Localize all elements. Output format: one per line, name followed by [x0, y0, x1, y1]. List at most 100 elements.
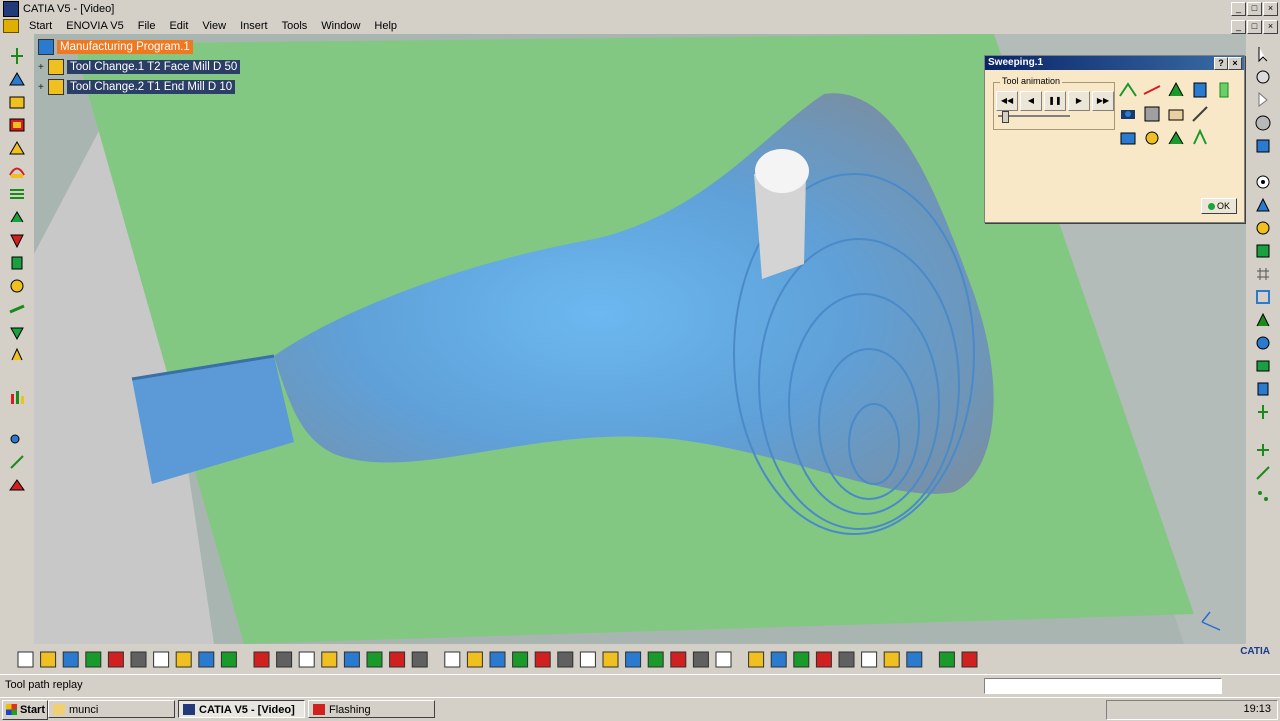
tool-path-replay-icon[interactable] [1254, 114, 1272, 132]
menu-window[interactable]: Window [314, 20, 367, 32]
compass-icon[interactable] [1254, 68, 1272, 86]
tree-root-label[interactable]: Manufacturing Program.1 [57, 40, 193, 54]
pencil-icon[interactable] [8, 231, 26, 249]
catia-app-icon[interactable] [3, 1, 19, 17]
task-catia[interactable]: CATIA V5 - [Video] [178, 700, 305, 718]
spiral-milling-icon[interactable] [8, 254, 26, 272]
transform-icon[interactable] [1254, 441, 1272, 459]
sweeping-icon[interactable] [8, 162, 26, 180]
tool-change-icon[interactable] [8, 476, 26, 494]
whats-this-icon[interactable] [220, 651, 237, 668]
profile-contouring-icon[interactable] [8, 300, 26, 318]
zoom-in-icon[interactable] [512, 651, 529, 668]
color-display-icon[interactable] [1214, 80, 1234, 100]
rewind-button[interactable]: ◀◀ [996, 91, 1018, 111]
print-icon[interactable] [85, 651, 102, 668]
point-by-point-icon[interactable] [1142, 80, 1162, 100]
cut-icon[interactable] [107, 651, 124, 668]
close-button[interactable]: × [1263, 2, 1278, 16]
apply-material-icon[interactable] [715, 651, 732, 668]
zoom-out-icon[interactable] [534, 651, 551, 668]
tree-root[interactable]: Manufacturing Program.1 [38, 37, 240, 57]
stock-icon[interactable] [8, 93, 26, 111]
isoparametric-icon[interactable] [8, 277, 26, 295]
photo-icon[interactable] [1254, 173, 1272, 191]
menu-insert[interactable]: Insert [233, 20, 275, 32]
rotate-icon[interactable] [489, 651, 506, 668]
drilling-icon[interactable] [8, 346, 26, 364]
plane-by-plane-icon[interactable] [1166, 80, 1186, 100]
dialog-close-button[interactable]: × [1228, 57, 1242, 70]
fast-forward-button[interactable]: ▶▶ [1092, 91, 1114, 111]
table-icon[interactable] [321, 651, 338, 668]
pan-icon[interactable] [466, 651, 483, 668]
video-icon[interactable] [1118, 128, 1138, 148]
copy-icon[interactable] [130, 651, 147, 668]
compass-icon[interactable] [938, 651, 955, 668]
document-icon[interactable] [3, 19, 19, 33]
axis-icon[interactable] [883, 651, 900, 668]
minimize-button[interactable]: _ [1231, 2, 1246, 16]
spec-icon[interactable] [389, 651, 406, 668]
full-video-icon[interactable] [1118, 80, 1138, 100]
save-icon[interactable] [62, 651, 79, 668]
frame-icon[interactable] [1254, 288, 1272, 306]
product-icon[interactable] [366, 651, 383, 668]
fit-all-icon[interactable] [444, 651, 461, 668]
part-operation-icon[interactable] [8, 116, 26, 134]
tool-path-icon[interactable] [1190, 128, 1210, 148]
step-forward-button[interactable]: ▶ [1068, 91, 1090, 111]
new-icon[interactable] [17, 651, 34, 668]
select-icon[interactable] [1254, 45, 1272, 63]
shading-icon[interactable] [625, 651, 642, 668]
documentation-icon[interactable] [1254, 380, 1272, 398]
machining-operation-icon[interactable] [8, 47, 26, 65]
animation-slider-track[interactable] [998, 115, 1070, 117]
doc-restore-button[interactable]: □ [1247, 20, 1262, 34]
menu-tools[interactable]: Tools [275, 20, 315, 32]
roughing-icon[interactable] [8, 139, 26, 157]
cursor-icon[interactable] [1254, 91, 1272, 109]
tree-expand-icon[interactable] [343, 651, 360, 668]
grid-icon[interactable] [793, 651, 810, 668]
ok-button[interactable]: OK [1201, 198, 1237, 214]
video-simulation-icon[interactable] [1254, 137, 1272, 155]
pattern-icon[interactable] [1254, 487, 1272, 505]
catalog-icon[interactable] [838, 651, 855, 668]
contour-driven-icon[interactable] [8, 208, 26, 226]
z-level-icon[interactable] [8, 185, 26, 203]
camera-icon[interactable] [1118, 104, 1138, 124]
open-icon[interactable] [40, 651, 57, 668]
stock-display-icon[interactable] [1166, 104, 1186, 124]
transition-path-icon[interactable] [8, 453, 26, 471]
analysis-icon[interactable] [8, 388, 26, 406]
paste-icon[interactable] [153, 651, 170, 668]
fly-icon[interactable] [411, 651, 428, 668]
pocketing-icon[interactable] [8, 323, 26, 341]
hide-show-icon[interactable] [647, 651, 664, 668]
grid-icon[interactable] [1254, 265, 1272, 283]
machine-display-icon[interactable] [1142, 104, 1162, 124]
machine-icon[interactable] [1254, 196, 1272, 214]
render-icon[interactable] [961, 651, 978, 668]
parameters-icon[interactable] [861, 651, 878, 668]
expand-icon[interactable]: + [38, 82, 46, 93]
doc-close-button[interactable]: × [1263, 20, 1278, 34]
maximize-button[interactable]: □ [1247, 2, 1262, 16]
fx-icon[interactable] [298, 651, 315, 668]
layer-icon[interactable] [906, 651, 923, 668]
pause-button[interactable]: ❚❚ [1044, 91, 1066, 111]
mirror-icon[interactable] [1254, 464, 1272, 482]
undo-icon[interactable] [175, 651, 192, 668]
scan-icon[interactable] [770, 651, 787, 668]
tree-item-label[interactable]: Tool Change.1 T2 Face Mill D 50 [67, 60, 241, 74]
menu-view[interactable]: View [195, 20, 233, 32]
command-input[interactable] [984, 678, 1222, 694]
cutting-icon[interactable] [1190, 104, 1210, 124]
snap-icon[interactable] [815, 651, 832, 668]
tree-item-label[interactable]: Tool Change.2 T1 End Mill D 10 [67, 80, 236, 94]
nc-output-icon[interactable] [1254, 311, 1272, 329]
swap-icon[interactable] [670, 651, 687, 668]
menu-help[interactable]: Help [367, 20, 404, 32]
measure-icon[interactable] [692, 651, 709, 668]
